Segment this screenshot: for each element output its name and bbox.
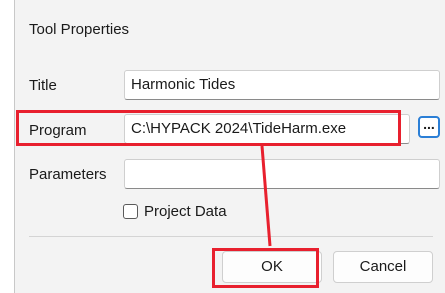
project-data-checkbox[interactable] (123, 204, 138, 219)
title-label: Title (29, 77, 57, 94)
cancel-button[interactable]: Cancel (333, 251, 433, 283)
project-data-label: Project Data (144, 203, 227, 220)
tool-properties-dialog: Tool Properties Title Harmonic Tides Pro… (14, 0, 445, 293)
dialog-title: Tool Properties (29, 21, 130, 38)
program-label: Program (29, 122, 87, 139)
browse-button[interactable]: ... (418, 116, 440, 138)
separator-line (29, 236, 433, 237)
program-field[interactable]: C:\HYPACK 2024\TideHarm.exe (124, 114, 410, 144)
ok-button[interactable]: OK (222, 251, 322, 283)
dialog-titlebar[interactable]: Tool Properties (15, 0, 445, 64)
title-field[interactable]: Harmonic Tides (124, 70, 440, 100)
parameters-field[interactable] (124, 159, 440, 189)
parameters-label: Parameters (29, 166, 107, 183)
